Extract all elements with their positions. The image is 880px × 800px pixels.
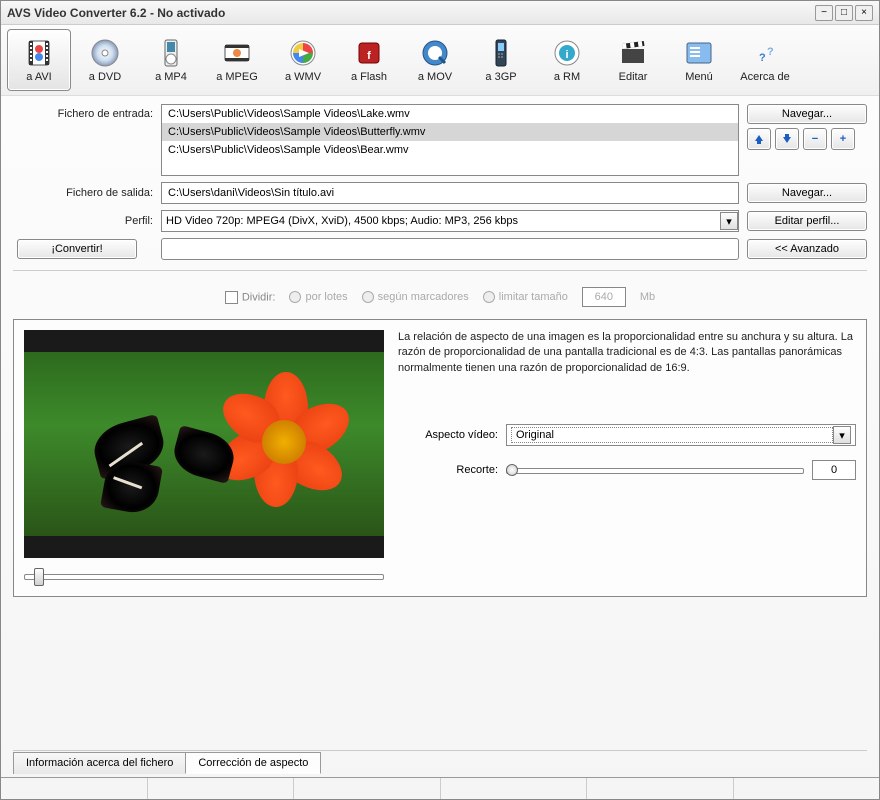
- aspect-video-select[interactable]: Original ▾: [506, 424, 856, 446]
- divider: [13, 270, 867, 271]
- window-controls: − □ ×: [815, 5, 873, 21]
- menu-icon: [683, 37, 715, 69]
- split-markers-radio: según marcadores: [362, 291, 469, 303]
- input-file-label: Fichero de entrada:: [13, 104, 153, 120]
- split-row: Dividir: por lotes según marcadores limi…: [13, 281, 867, 313]
- preview-panel: La relación de aspecto de una imagen es …: [13, 319, 867, 597]
- wmp-icon: [287, 37, 319, 69]
- remove-file-button[interactable]: −: [803, 128, 827, 150]
- aspect-video-value: Original: [511, 427, 833, 443]
- minimize-button[interactable]: −: [815, 5, 833, 21]
- close-button[interactable]: ×: [855, 5, 873, 21]
- browse-input-button[interactable]: Navegar...: [747, 104, 867, 124]
- timeline-slider[interactable]: [24, 566, 384, 586]
- chevron-down-icon: ▾: [720, 212, 738, 230]
- phone-icon: [485, 37, 517, 69]
- aspect-video-label: Aspecto vídeo:: [398, 429, 498, 441]
- crop-slider[interactable]: [506, 460, 804, 480]
- toolbar-a-3gp[interactable]: a 3GP: [469, 29, 533, 91]
- toolbar-a-mpeg[interactable]: a MPEG: [205, 29, 269, 91]
- input-file-item[interactable]: C:\Users\Public\Videos\Sample Videos\But…: [162, 123, 738, 141]
- statusbar: [1, 777, 879, 799]
- toolbar-a-flash[interactable]: fa Flash: [337, 29, 401, 91]
- disc-icon: [89, 37, 121, 69]
- toolbar-a-mov[interactable]: a MOV: [403, 29, 467, 91]
- aspect-settings: La relación de aspecto de una imagen es …: [398, 330, 856, 586]
- help-icon: ??: [749, 37, 781, 69]
- chevron-down-icon: ▾: [833, 426, 851, 444]
- profile-label: Perfil:: [13, 215, 153, 227]
- crop-thumb[interactable]: [506, 464, 518, 476]
- input-side-buttons: Navegar... − +: [747, 104, 867, 150]
- aspect-description: La relación de aspecto de una imagen es …: [398, 330, 856, 376]
- split-size-input: [582, 287, 626, 307]
- maximize-button[interactable]: □: [835, 5, 853, 21]
- toolbar-a-dvd[interactable]: a DVD: [73, 29, 137, 91]
- input-file-item[interactable]: C:\Users\Public\Videos\Sample Videos\Lak…: [162, 105, 738, 123]
- split-checkbox-label[interactable]: Dividir:: [225, 291, 276, 304]
- crop-value-input[interactable]: [812, 460, 856, 480]
- toolbar-menú[interactable]: Menú: [667, 29, 731, 91]
- arrow-up-icon: [753, 133, 765, 145]
- browse-output-button[interactable]: Navegar...: [747, 183, 867, 203]
- window-title: AVS Video Converter 6.2 - No activado: [7, 6, 815, 20]
- player-icon: [155, 37, 187, 69]
- titlebar: AVS Video Converter 6.2 - No activado − …: [1, 1, 879, 25]
- qt-icon: [419, 37, 451, 69]
- real-icon: i: [551, 37, 583, 69]
- svg-text:i: i: [565, 49, 568, 61]
- arrow-down-icon: [781, 133, 793, 145]
- film-icon: [23, 37, 55, 69]
- tab-aspect-correction[interactable]: Corrección de aspecto: [185, 752, 321, 774]
- profile-select[interactable]: HD Video 720p: MPEG4 (DivX, XviD), 4500 …: [161, 210, 739, 232]
- input-file-item[interactable]: C:\Users\Public\Videos\Sample Videos\Bea…: [162, 141, 738, 159]
- add-file-button[interactable]: +: [831, 128, 855, 150]
- move-up-button[interactable]: [747, 128, 771, 150]
- preview-left: [24, 330, 384, 586]
- move-down-button[interactable]: [775, 128, 799, 150]
- progress-bar: [161, 238, 739, 260]
- toolbar-acerca-de[interactable]: ??Acerca de: [733, 29, 797, 91]
- toolbar-editar[interactable]: Editar: [601, 29, 665, 91]
- film2-icon: [221, 37, 253, 69]
- toolbar-a-rm[interactable]: ia RM: [535, 29, 599, 91]
- convert-button[interactable]: ¡Convertir!: [17, 239, 137, 259]
- clapper-icon: [617, 37, 649, 69]
- input-file-list[interactable]: C:\Users\Public\Videos\Sample Videos\Lak…: [161, 104, 739, 176]
- video-preview[interactable]: [24, 330, 384, 558]
- edit-profile-button[interactable]: Editar perfil...: [747, 211, 867, 231]
- body-area: Fichero de entrada: C:\Users\Public\Vide…: [1, 96, 879, 777]
- toolbar-a-avi[interactable]: a AVI: [7, 29, 71, 91]
- main-toolbar: a AVIa DVDa MP4a MPEGa WMVfa Flasha MOVa…: [1, 25, 879, 96]
- advanced-button[interactable]: << Avanzado: [747, 239, 867, 259]
- svg-text:?: ?: [767, 46, 774, 58]
- svg-text:f: f: [367, 50, 371, 62]
- output-file-input[interactable]: [161, 182, 739, 204]
- svg-text:?: ?: [759, 52, 766, 64]
- tab-file-info[interactable]: Información acerca del fichero: [13, 752, 186, 774]
- timeline-thumb[interactable]: [34, 568, 44, 586]
- split-batch-radio: por lotes: [289, 291, 347, 303]
- output-file-label: Fichero de salida:: [13, 187, 153, 199]
- split-unit: Mb: [640, 291, 655, 303]
- crop-label: Recorte:: [398, 464, 498, 476]
- toolbar-a-mp4[interactable]: a MP4: [139, 29, 203, 91]
- bottom-tabs: Información acerca del fichero Correcció…: [13, 750, 867, 773]
- app-window: AVS Video Converter 6.2 - No activado − …: [0, 0, 880, 800]
- toolbar-a-wmv[interactable]: a WMV: [271, 29, 335, 91]
- split-limit-radio: limitar tamaño: [483, 291, 568, 303]
- profile-value: HD Video 720p: MPEG4 (DivX, XviD), 4500 …: [166, 215, 518, 227]
- flash-icon: f: [353, 37, 385, 69]
- split-checkbox[interactable]: [225, 291, 238, 304]
